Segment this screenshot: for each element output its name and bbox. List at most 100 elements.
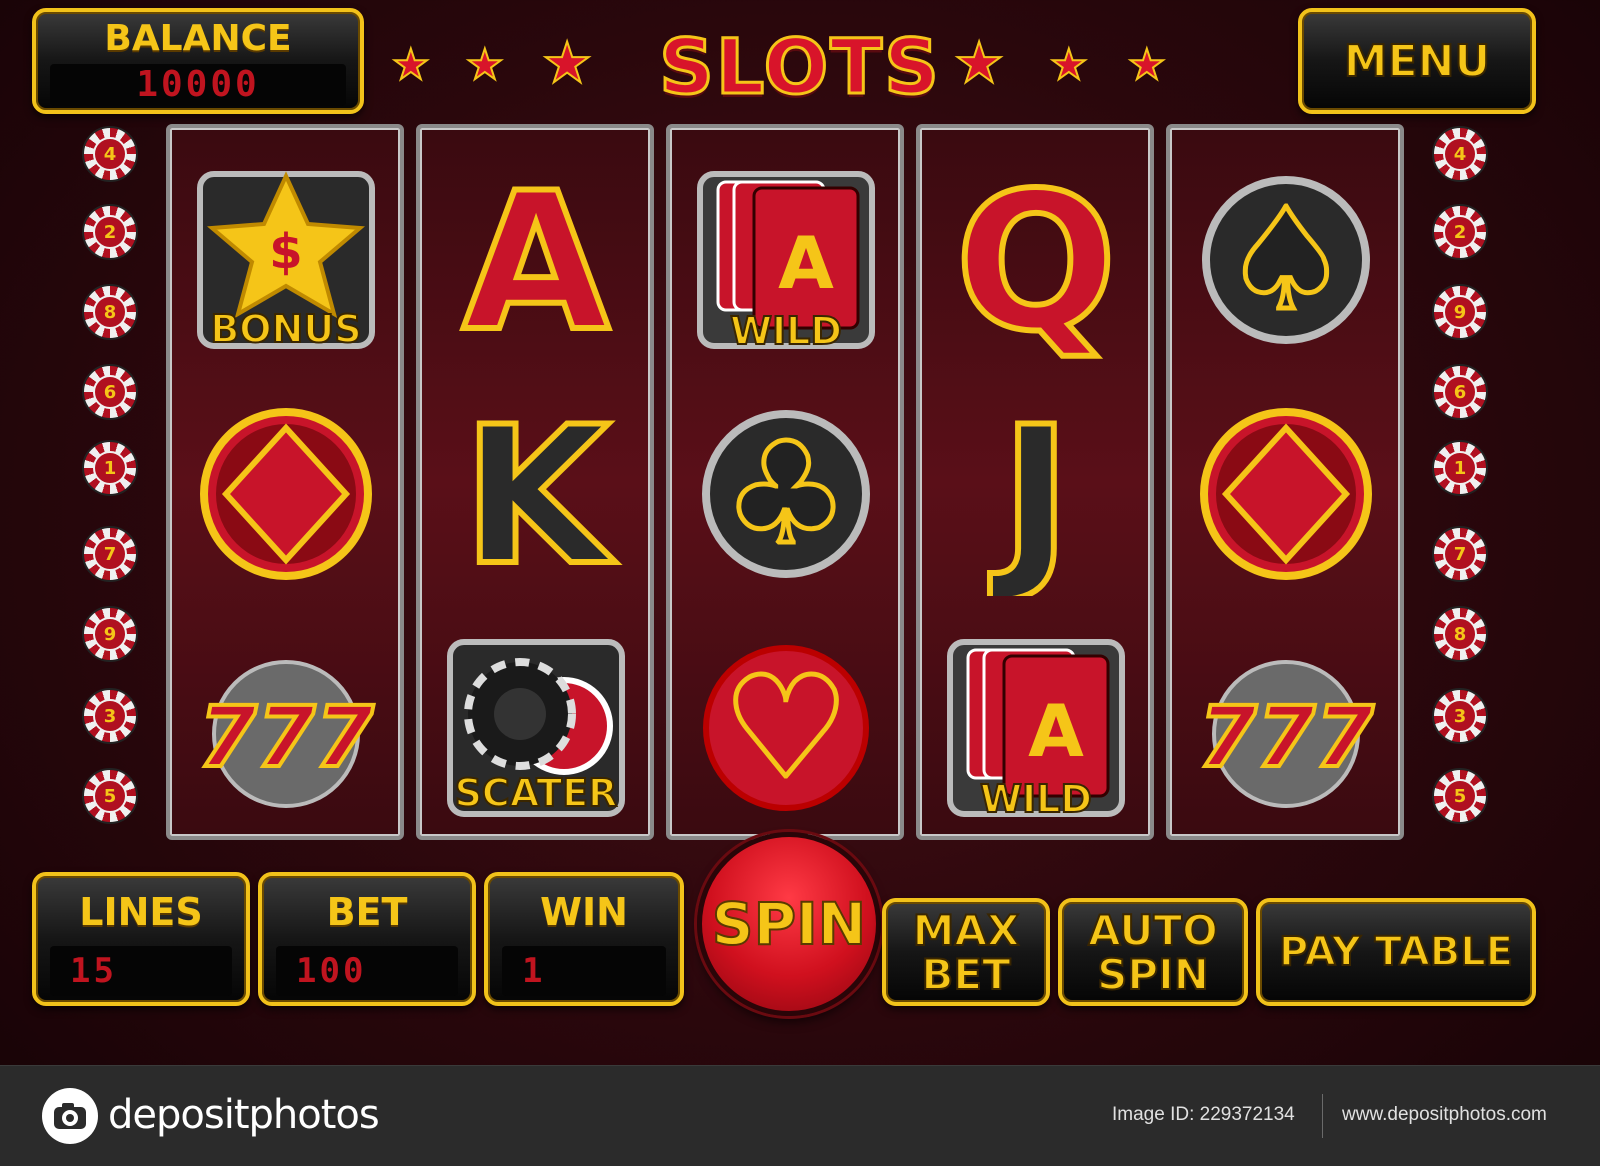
symbol-caption: WILD — [980, 777, 1092, 821]
symbol-glyph: ♣ — [723, 413, 849, 576]
symbol-caption: WILD — [730, 309, 842, 353]
payline-chip[interactable]: 6 — [1432, 364, 1488, 420]
heart-icon: ♥ — [684, 626, 888, 830]
payline-number: 5 — [1443, 779, 1477, 813]
payline-number: 7 — [1443, 537, 1477, 571]
symbol-glyph: 777 — [1198, 688, 1374, 786]
footer-logo-text[interactable]: depositphotos — [108, 1092, 380, 1138]
symbol-glyph: K — [462, 392, 615, 596]
payline-chip[interactable]: 1 — [82, 440, 138, 496]
dollar-glyph: $ — [269, 224, 302, 280]
spin-label: SPIN — [711, 889, 867, 959]
payline-chip[interactable]: 4 — [82, 126, 138, 182]
menu-button[interactable]: MENU — [1298, 8, 1536, 114]
payline-number: 8 — [1443, 617, 1477, 651]
payline-number: 7 — [93, 537, 127, 571]
payline-chip[interactable]: 5 — [1432, 768, 1488, 824]
star-icon: ★ — [1127, 40, 1167, 89]
club-icon: ♣ — [684, 392, 888, 596]
payline-chip[interactable]: 1 — [1432, 440, 1488, 496]
payline-chip[interactable]: 3 — [1432, 688, 1488, 744]
payline-number: 4 — [1443, 137, 1477, 171]
balance-panel: BALANCE 10000 — [32, 8, 364, 114]
auto-spin-label-line2: SPIN — [1096, 950, 1210, 999]
payline-number: 9 — [1443, 295, 1477, 329]
payline-number: 6 — [93, 375, 127, 409]
menu-label: MENU — [1343, 36, 1491, 87]
payline-chip[interactable]: 9 — [82, 606, 138, 662]
auto-spin-button[interactable]: AUTO SPIN — [1058, 898, 1248, 1006]
max-bet-label-line2: BET — [920, 950, 1011, 999]
payline-chip[interactable]: 3 — [82, 688, 138, 744]
payline-number: 6 — [1443, 375, 1477, 409]
payline-chip[interactable]: 7 — [82, 526, 138, 582]
star-icon: ★ — [541, 31, 593, 96]
payline-chip[interactable]: 8 — [82, 284, 138, 340]
auto-spin-label-line1: AUTO — [1087, 906, 1219, 955]
star-icon: ★ — [391, 40, 431, 89]
camera-logo-icon — [42, 1088, 98, 1144]
max-bet-label-line1: MAX — [912, 906, 1021, 955]
jack-letter-icon: J — [934, 392, 1138, 596]
symbol-glyph: Q — [955, 158, 1117, 362]
bonus-star-icon: $ BONUS — [184, 158, 388, 362]
payline-number: 1 — [1443, 451, 1477, 485]
symbol-glyph: ♠ — [1223, 179, 1349, 342]
bet-panel[interactable]: BET 100 — [258, 872, 476, 1006]
footer-divider — [1322, 1094, 1323, 1138]
payline-chip[interactable]: 5 — [82, 768, 138, 824]
payline-number: 8 — [93, 295, 127, 329]
max-bet-button[interactable]: MAX BET — [882, 898, 1050, 1006]
payline-number: 2 — [93, 215, 127, 249]
symbol-glyph: ♥ — [723, 647, 849, 810]
payline-chip[interactable]: 6 — [82, 364, 138, 420]
lines-label: LINES — [79, 890, 203, 934]
payline-chip[interactable]: 8 — [1432, 606, 1488, 662]
lines-value: 15 — [50, 946, 232, 996]
pay-table-button[interactable]: PAY TABLE — [1256, 898, 1536, 1006]
ace-letter-icon: A — [434, 158, 638, 362]
payline-chip[interactable]: 2 — [82, 204, 138, 260]
payline-chip[interactable]: 4 — [1432, 126, 1488, 182]
reel-1: $ BONUS 777 — [166, 124, 404, 840]
win-value: 1 — [502, 946, 666, 996]
payline-chip[interactable]: 9 — [1432, 284, 1488, 340]
reel-2: AK SCATER — [416, 124, 654, 840]
symbol-caption: BONUS — [210, 307, 361, 351]
game-title: SLOTS — [658, 21, 941, 113]
payline-number: 1 — [93, 451, 127, 485]
footer-bar: depositphotos Image ID: 229372134 www.de… — [0, 1065, 1600, 1166]
pay-table-label: PAY TABLE — [1278, 929, 1514, 975]
reels-area: $ BONUS 777 A K SCATER A WILD ♣ ♥ Q J A WILD… — [166, 124, 1426, 844]
balance-value: 10000 — [50, 64, 346, 106]
reel-5: ♠ 777 — [1166, 124, 1404, 840]
bet-value: 100 — [276, 946, 458, 996]
seven-seven-seven-icon: 777 — [1184, 626, 1388, 830]
symbol-caption: SCATER — [455, 771, 618, 815]
slot-machine-screen: BALANCE 10000 ★ ★ ★ SLOTS ★ ★ ★ MENU 4 2 8… — [0, 0, 1600, 1065]
star-icon: ★ — [465, 40, 505, 89]
star-icon: ★ — [1049, 40, 1089, 89]
symbol-glyph: A — [1028, 689, 1084, 773]
queen-letter-icon: Q — [934, 158, 1138, 362]
symbol-glyph: 777 — [198, 688, 374, 786]
king-letter-icon: K — [434, 392, 638, 596]
balance-label: BALANCE — [104, 18, 292, 59]
reel-3: A WILD ♣ ♥ — [666, 124, 904, 840]
payline-number: 5 — [93, 779, 127, 813]
image-id: Image ID: 229372134 — [1112, 1104, 1295, 1125]
payline-number: 3 — [1443, 699, 1477, 733]
symbol-glyph: A — [462, 158, 609, 362]
payline-number: 4 — [93, 137, 127, 171]
site-url[interactable]: www.depositphotos.com — [1342, 1104, 1547, 1126]
diamond-icon — [184, 392, 388, 596]
spin-button[interactable]: SPIN — [697, 832, 881, 1016]
win-label: WIN — [540, 890, 628, 934]
win-panel: WIN 1 — [484, 872, 684, 1006]
symbol-glyph: A — [778, 221, 834, 305]
lines-panel[interactable]: LINES 15 — [32, 872, 250, 1006]
payline-number: 9 — [93, 617, 127, 651]
payline-number: 3 — [93, 699, 127, 733]
payline-chip[interactable]: 7 — [1432, 526, 1488, 582]
payline-chip[interactable]: 2 — [1432, 204, 1488, 260]
